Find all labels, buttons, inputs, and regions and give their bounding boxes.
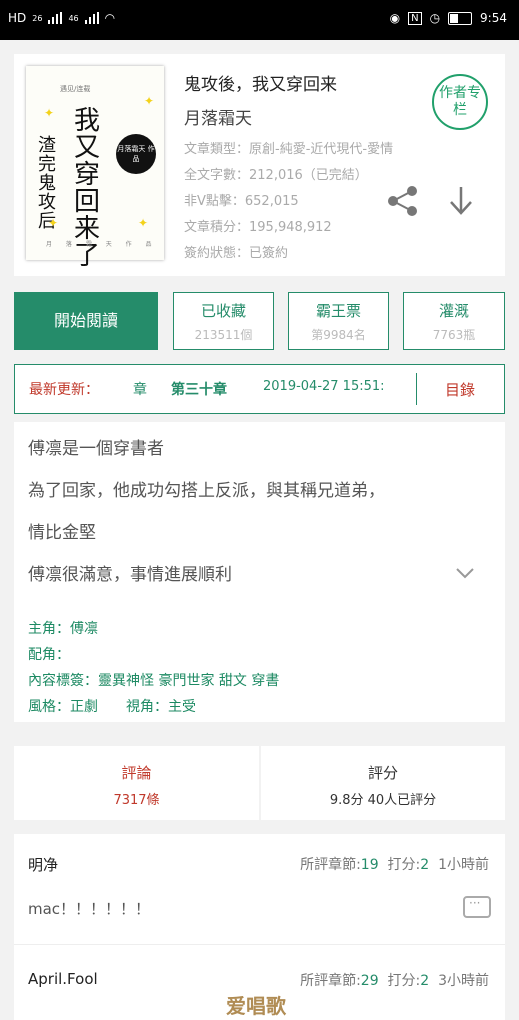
comments-label: 評論 bbox=[121, 764, 152, 782]
comment-time: 3小時前 bbox=[438, 973, 489, 989]
chapter-number: 29 bbox=[360, 973, 379, 989]
chapter-label: 所評章節: bbox=[300, 973, 361, 989]
status-left: HD 26 46 ◠ bbox=[8, 11, 115, 25]
signal-icon bbox=[48, 12, 63, 24]
synopsis-panel: 傅凛是一個穿書者 為了回家，他成功勾搭上反派，與其稱兄道弟， 情比金堅 傅凛很滿… bbox=[14, 422, 505, 722]
bawang-label: 霸王票 bbox=[315, 302, 361, 320]
comment-divider bbox=[14, 944, 505, 945]
update-divider bbox=[416, 373, 417, 405]
update-date: 2019-04-27 15:51: bbox=[263, 379, 385, 394]
update-label: 最新更新： bbox=[29, 382, 99, 398]
signal-label-2: 46 bbox=[68, 13, 79, 23]
hd-indicator: HD bbox=[8, 11, 27, 25]
signal-label-1: 26 bbox=[32, 13, 43, 23]
bawang-ticket-button[interactable]: 霸王票 第9984名 bbox=[288, 292, 389, 350]
latest-update-bar[interactable]: 最新更新： 章 第三十章 2019-04-27 15:51: 目錄 bbox=[14, 364, 505, 414]
star-icon: ✦ bbox=[44, 106, 55, 120]
supporting-tag: 配角： bbox=[28, 647, 70, 663]
share-icon[interactable] bbox=[386, 184, 420, 218]
watermark-text: 爱唱歌 bbox=[226, 994, 286, 1018]
book-title: 鬼攻後，我又穿回来 bbox=[184, 75, 337, 95]
synopsis-line: 傅凛是一個穿書者 bbox=[28, 439, 164, 459]
book-cover[interactable]: 遇见/连载 我又穿回来了 渣完鬼攻后 月落霜天 作品 月 落 霜 天 作 品 ✦… bbox=[26, 66, 164, 270]
star-icon: ✦ bbox=[138, 216, 149, 230]
synopsis-line: 情比金堅 bbox=[28, 523, 96, 543]
meta-score: 文章積分：195,948,912 bbox=[184, 220, 332, 235]
score-value: 9.8分 40人已評分 bbox=[329, 793, 437, 808]
wifi-icon: ◠ bbox=[104, 11, 116, 25]
cover-bottom-text: 月 落 霜 天 作 品 bbox=[46, 241, 158, 248]
comment-meta: 所評章節:29 打分:2 3小時前 bbox=[300, 970, 489, 990]
score-tab[interactable]: 評分 9.8分 40人已評分 bbox=[261, 746, 505, 820]
meta-wordcount: 全文字數：212,016（已完結） bbox=[184, 168, 368, 183]
cover-tag: 遇见/连载 bbox=[60, 85, 91, 93]
battery-icon bbox=[448, 11, 473, 25]
update-chapter: 第三十章 bbox=[171, 382, 227, 398]
comments-count: 7317條 bbox=[113, 793, 160, 808]
content-tags[interactable]: 內容標簽：靈異神怪 豪門世家 甜文 穿書 bbox=[28, 670, 279, 690]
synopsis-line: 傅凛很滿意，事情進展順利 bbox=[28, 565, 232, 585]
meta-type: 文章類型：原創-純愛-近代現代-愛情 bbox=[184, 142, 394, 157]
nfc-icon: N bbox=[408, 11, 422, 25]
status-bar: HD 26 46 ◠ ◉ N ◷ 9:54 bbox=[0, 0, 519, 40]
chapter-number: 19 bbox=[360, 857, 379, 873]
irrigate-button[interactable]: 灌溉 7763瓶 bbox=[403, 292, 505, 350]
update-kind: 章 bbox=[133, 382, 147, 398]
comment-meta: 所評章節:19 打分:2 1小時前 bbox=[300, 854, 489, 874]
star-icon: ✦ bbox=[144, 94, 155, 108]
chapter-label: 所評章節: bbox=[300, 857, 361, 873]
favorites-button[interactable]: 已收藏 213511個 bbox=[173, 292, 274, 350]
score-number: 2 bbox=[420, 857, 430, 873]
comments-tab[interactable]: 評論 7317條 bbox=[14, 746, 259, 820]
meta-clicks: 非V點擊：652,015 bbox=[184, 194, 299, 209]
reply-icon[interactable] bbox=[463, 896, 491, 918]
eye-icon: ◉ bbox=[389, 11, 401, 25]
status-right: ◉ N ◷ 9:54 bbox=[390, 11, 507, 25]
star-icon: ✦ bbox=[48, 216, 59, 230]
cover-author-seal: 月落霜天 作品 bbox=[116, 134, 156, 174]
style-tags: 風格：正劇 視角：主受 bbox=[28, 699, 196, 715]
signal-icon-2 bbox=[84, 12, 99, 24]
favorites-label: 已收藏 bbox=[200, 302, 246, 320]
author-column-badge[interactable]: 作者专栏 bbox=[432, 74, 488, 130]
score-number: 2 bbox=[420, 973, 430, 989]
favorites-count: 213511個 bbox=[194, 328, 253, 342]
book-info-panel: 遇见/连载 我又穿回来了 渣完鬼攻后 月落霜天 作品 月 落 霜 天 作 品 ✦… bbox=[14, 54, 505, 276]
expand-chevron-icon[interactable] bbox=[454, 566, 476, 580]
table-of-contents-button[interactable]: 目錄 bbox=[445, 379, 475, 400]
synopsis-line: 為了回家，他成功勾搭上反派，與其稱兄道弟， bbox=[28, 481, 385, 501]
ratings-panel: 評論 7317條 評分 9.8分 40人已評分 bbox=[14, 746, 505, 820]
irrigate-count: 7763瓶 bbox=[432, 328, 476, 342]
start-reading-button[interactable]: 開始閱讀 bbox=[14, 292, 158, 350]
comment-text: mac！！！！！！ bbox=[28, 900, 151, 918]
protagonist-tag: 主角：傅凛 bbox=[28, 621, 98, 637]
irrigate-label: 灌溉 bbox=[438, 302, 469, 320]
commenter-name[interactable]: April.Fool bbox=[28, 970, 98, 988]
bawang-rank: 第9984名 bbox=[311, 328, 366, 342]
score-label: 評分 bbox=[367, 764, 398, 782]
book-author[interactable]: 月落霜天 bbox=[184, 104, 252, 129]
alarm-icon: ◷ bbox=[429, 11, 441, 25]
clock-time: 9:54 bbox=[480, 11, 507, 25]
comment-time: 1小時前 bbox=[438, 857, 489, 873]
score-label: 打分: bbox=[387, 973, 421, 989]
meta-signed: 簽約狀態：已簽約 bbox=[184, 246, 289, 261]
score-label: 打分: bbox=[387, 857, 421, 873]
commenter-name[interactable]: 明净 bbox=[28, 854, 58, 875]
download-icon[interactable] bbox=[446, 184, 476, 218]
